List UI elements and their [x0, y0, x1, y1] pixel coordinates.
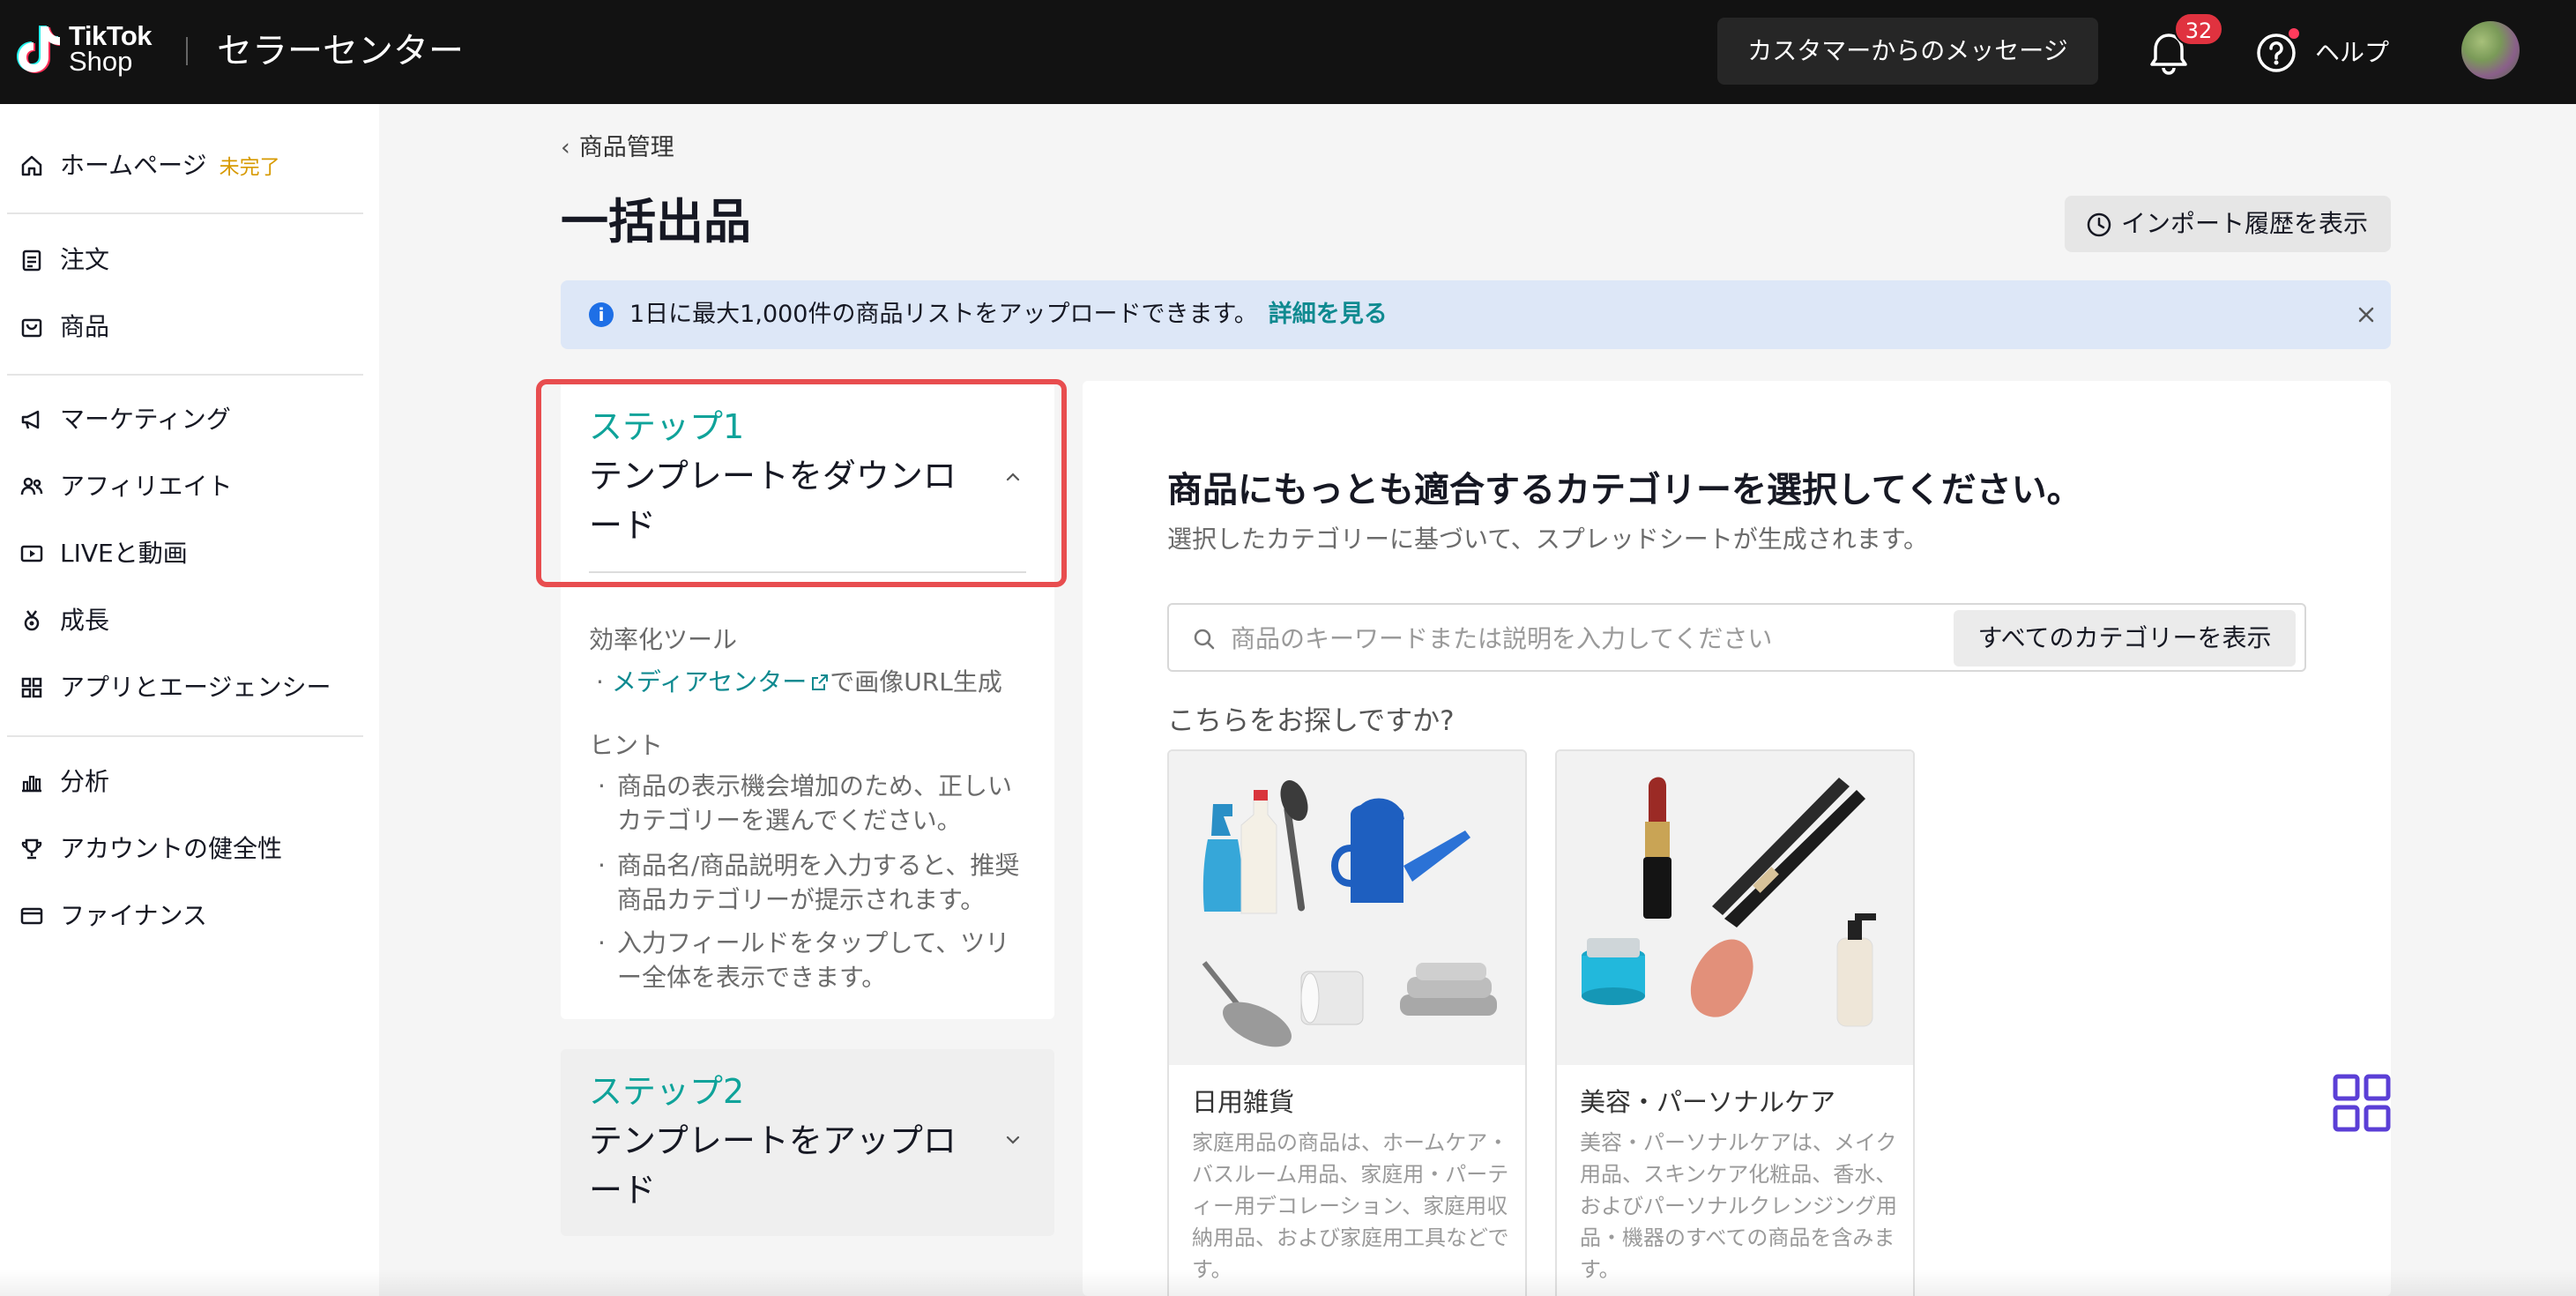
sidebar-item-label: 成長	[60, 606, 110, 635]
medal-icon	[24, 610, 40, 631]
search-icon	[1194, 629, 1215, 650]
close-icon[interactable]	[2354, 302, 2379, 327]
grid-menu-icon[interactable]	[2333, 1074, 2391, 1132]
video-icon	[20, 545, 43, 562]
sidebar-item-label: 注文	[60, 245, 110, 274]
external-link-icon	[812, 674, 829, 690]
sidebar-item-finance[interactable]: ファイナンス	[19, 890, 372, 942]
sidebar-item-orders[interactable]: 注文	[19, 234, 372, 287]
suggestions-heading: こちらをお探しですか?	[1167, 705, 1455, 737]
sidebar-item-products[interactable]: 商品	[19, 301, 372, 354]
learn-more-link[interactable]: 詳細を見る	[1269, 301, 1388, 328]
help-label: ヘルプ	[2315, 38, 2390, 67]
megaphone-icon	[21, 410, 40, 429]
category-search-input[interactable]	[1231, 617, 1936, 659]
sidebar-item-label: 商品	[60, 312, 110, 341]
all-categories-button[interactable]: すべてのカテゴリーを表示	[1954, 610, 2296, 667]
step2-title: テンプレートをアップロード	[589, 1121, 957, 1210]
tools-heading: 効率化ツール	[589, 625, 738, 654]
customer-messages-button[interactable]: カスタマーからのメッセージ	[1717, 18, 2098, 85]
sidebar-item-marketing[interactable]: マーケティング	[19, 393, 372, 446]
media-center-link[interactable]: メディアセンター	[612, 667, 830, 696]
tiktok-shop-logo[interactable]: TikTok Shop	[14, 21, 164, 83]
hint-item: 商品の表示機会増加のため、正しいカテゴリーを選んでください。	[598, 769, 1031, 838]
sidebar-item-label: アプリとエージェンシー	[60, 673, 331, 702]
sidebar-item-label: ファイナンス	[60, 901, 207, 930]
bar-chart-icon	[22, 775, 41, 793]
category-search: すべてのカテゴリーを表示	[1167, 603, 2306, 672]
people-icon	[20, 477, 43, 495]
hint-item: 入力フィールドをタップして、ツリー全体を表示できます。	[598, 926, 1031, 994]
bottom-shadow	[0, 1270, 2576, 1296]
category-name: 美容・パーソナルケア	[1580, 1087, 1836, 1117]
beauty-products-illustration	[1557, 751, 1913, 1065]
import-history-label: インポート履歴を表示	[2121, 209, 2369, 238]
sidebar-item-label: アフィリエイト	[60, 472, 233, 501]
sidebar-item-affiliate[interactable]: アフィリエイト	[19, 460, 372, 513]
info-banner: i 1日に最大1,000件の商品リストをアップロードできます。 詳細を見る	[561, 280, 2391, 349]
sidebar-divider	[7, 212, 363, 214]
sidebar-divider	[7, 735, 363, 737]
media-center-suffix: で画像URL生成	[830, 667, 1002, 696]
banner-message: 1日に最大1,000件の商品リストをアップロードできます。 詳細を見る	[629, 301, 1388, 328]
category-subheading: 選択したカテゴリーに基づいて、スプレッドシートが生成されます。	[1167, 525, 1928, 554]
hint-heading: ヒント	[589, 731, 664, 760]
sidebar-item-label: ホームページ 未完了	[60, 151, 280, 180]
category-description: 美容・パーソナルケアは、メイク用品、スキンケア化粧品、香水、およびパーソナルクレ…	[1580, 1130, 1897, 1282]
media-center-line: · メディアセンター で画像URL生成	[596, 667, 1002, 696]
breadcrumb-label: 商品管理	[578, 134, 674, 161]
sidebar-item-live-video[interactable]: LIVEと動画	[19, 527, 372, 580]
sidebar-item-analytics[interactable]: 分析	[19, 756, 372, 808]
apps-icon	[21, 677, 42, 698]
beauty-image	[1557, 751, 1913, 1065]
trophy-icon	[21, 838, 42, 860]
clipboard-icon	[22, 250, 41, 272]
notification-count-badge: 32	[2174, 12, 2223, 46]
home-icon	[21, 155, 42, 176]
sidebar-item-home[interactable]: ホームページ 未完了	[19, 139, 372, 192]
help-alert-dot	[2289, 28, 2299, 39]
tiktok-logo-icon	[17, 26, 60, 73]
sidebar-item-label: アカウントの健全性	[60, 834, 283, 863]
category-description: 家庭用品の商品は、ホームケア・バスルーム用品、家庭用・パーティー用デコレーション…	[1192, 1130, 1509, 1282]
household-products-illustration	[1169, 751, 1525, 1065]
household-image	[1169, 751, 1525, 1065]
breadcrumb[interactable]: ‹ 商品管理	[561, 129, 674, 168]
sidebar-divider	[7, 374, 363, 376]
sidebar-item-label: マーケティング	[60, 405, 231, 434]
chevron-down-icon[interactable]	[1001, 1128, 1024, 1151]
step1-highlight-box	[536, 379, 1067, 587]
card-icon	[20, 907, 43, 925]
info-icon: i	[589, 302, 614, 327]
step2-label: ステップ2	[589, 1072, 745, 1111]
category-name: 日用雑貨	[1192, 1087, 1295, 1117]
header-divider	[186, 37, 188, 65]
app-title: セラーセンター	[217, 31, 464, 71]
chevron-left-icon: ‹	[561, 134, 570, 161]
category-heading: 商品にもっとも適合するカテゴリーを選択してください。	[1167, 470, 2082, 510]
clock-icon	[2087, 212, 2111, 237]
sidebar-item-account-health[interactable]: アカウントの健全性	[19, 823, 372, 875]
top-bar: TikTok Shop セラーセンター カスタマーからのメッセージ 32 ヘルプ	[0, 0, 2576, 104]
sidebar-item-apps-agencies[interactable]: アプリとエージェンシー	[19, 661, 372, 714]
user-avatar[interactable]	[2461, 21, 2520, 79]
import-history-button[interactable]: インポート履歴を表示	[2065, 196, 2391, 252]
sidebar-item-growth[interactable]: 成長	[19, 594, 372, 647]
logo-text: TikTok Shop	[69, 22, 153, 77]
hint-item: 商品名/商品説明を入力すると、推奨商品カテゴリーが提示されます。	[598, 848, 1031, 917]
incomplete-badge: 未完了	[219, 156, 280, 179]
logo-line-shop: Shop	[69, 46, 133, 77]
sidebar-item-label: LIVEと動画	[60, 539, 188, 568]
bag-icon	[21, 318, 42, 338]
category-card-household[interactable]: 日用雑貨 家庭用品の商品は、ホームケア・バスルーム用品、家庭用・パーティー用デコ…	[1167, 749, 1527, 1296]
category-card-beauty[interactable]: 美容・パーソナルケア 美容・パーソナルケアは、メイク用品、スキンケア化粧品、香水…	[1555, 749, 1915, 1296]
sidebar-item-label: 分析	[60, 767, 110, 796]
page-title: 一括出品	[561, 194, 751, 250]
